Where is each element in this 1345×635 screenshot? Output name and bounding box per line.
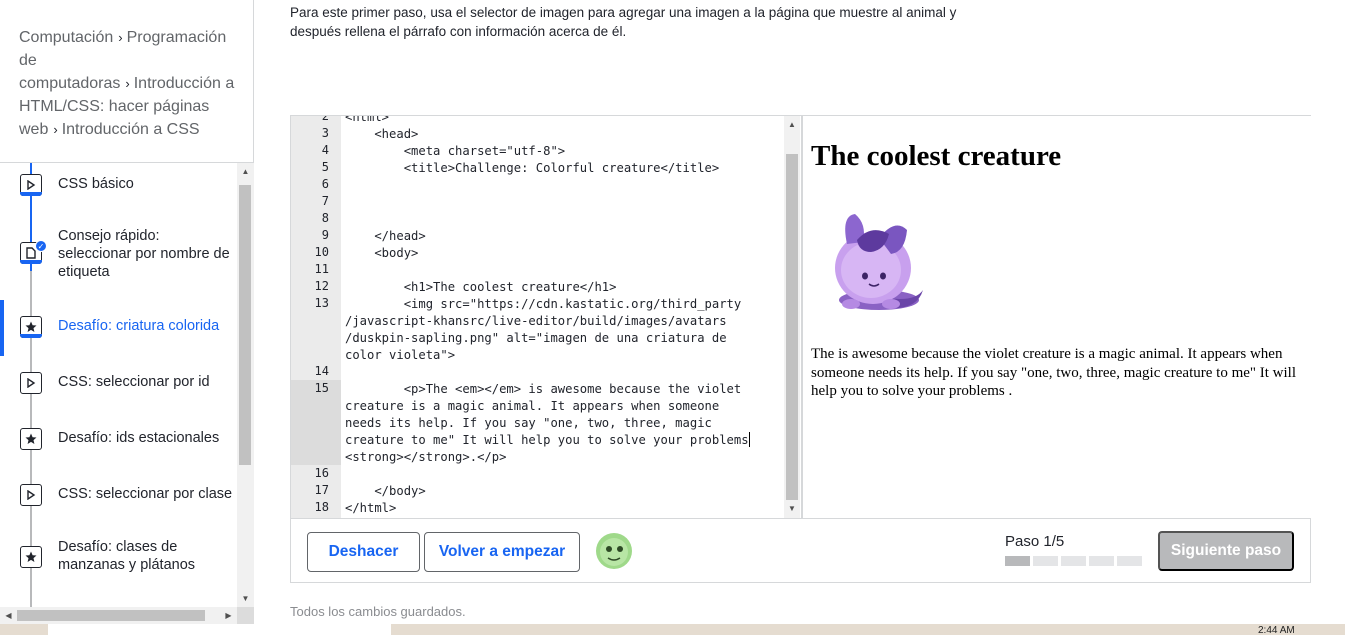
scroll-right-icon[interactable]: ▶ xyxy=(220,607,237,624)
undo-button[interactable]: Deshacer xyxy=(307,532,420,572)
step-indicator: Paso 1/5 xyxy=(1005,533,1065,550)
line-number: 7 xyxy=(321,194,329,208)
output-preview: The coolest creature The is awesome beca… xyxy=(801,116,1311,518)
preview-paragraph: The is awesome because the violet creatu… xyxy=(811,346,1297,399)
star-icon xyxy=(20,546,42,568)
sidebar: Computación › Programación de computadoras… xyxy=(0,0,254,635)
line-gutter: 2 3 4 5 6 7 8 9 10 11 12 13 14 15 16 17 … xyxy=(291,116,341,518)
page-root: { "breadcrumb": { "items": ["Computación… xyxy=(0,0,1345,635)
code-line: <head> xyxy=(345,127,419,141)
line-number: 9 xyxy=(321,228,329,242)
scroll-thumb[interactable] xyxy=(17,610,205,621)
challenge-workspace: 2 3 4 5 6 7 8 9 10 11 12 13 14 15 16 17 … xyxy=(290,115,1311,583)
preview-heading: The coolest creature xyxy=(811,140,1062,172)
line-number: 17 xyxy=(314,483,329,497)
code-line: </body> xyxy=(345,484,426,498)
progress-segment xyxy=(1117,556,1142,566)
sidebar-item-label: CSS: seleccionar por clase xyxy=(58,486,233,502)
code-line: needs its help. If you say "one, two, th… xyxy=(345,416,712,430)
line-number: 16 xyxy=(314,466,329,480)
breadcrumb-link-intro-css[interactable]: Introducción a CSS xyxy=(62,121,200,138)
code-line: <p>The <em></em> is awesome because the … xyxy=(345,382,742,396)
breadcrumb: Computación › Programación de computadoras… xyxy=(19,26,241,141)
code-editor[interactable]: 2 3 4 5 6 7 8 9 10 11 12 13 14 15 16 17 … xyxy=(291,116,801,518)
code-line: creature to me" It will help you to solv… xyxy=(345,432,751,449)
check-icon: ✓ xyxy=(35,240,47,252)
code-line: <strong></strong>.</p> xyxy=(345,450,507,464)
play-icon xyxy=(20,174,42,196)
sidebar-item-label: Desafío: ids estacionales xyxy=(58,430,220,446)
code-line: <meta charset="utf-8"> xyxy=(345,144,566,158)
line-number: 13 xyxy=(314,296,329,310)
line-number: 11 xyxy=(314,262,329,276)
scroll-thumb[interactable] xyxy=(239,185,251,465)
code-line: <body> xyxy=(345,246,419,260)
challenge-instructions: Para este primer paso, usa el selector d… xyxy=(290,5,957,39)
sidebar-horizontal-scrollbar[interactable]: ◀ ▶ xyxy=(0,607,237,624)
line-number: 6 xyxy=(321,177,329,191)
breadcrumb-link-computacion[interactable]: Computación xyxy=(19,29,113,46)
scroll-thumb[interactable] xyxy=(786,154,798,500)
scroll-up-icon[interactable]: ▲ xyxy=(784,118,800,132)
progress-segment xyxy=(1089,556,1114,566)
text-cursor xyxy=(748,432,751,447)
line-number: 18 xyxy=(314,500,329,514)
progress-segment xyxy=(1033,556,1058,566)
taskbar-clock: 2:44 AM xyxy=(1258,625,1295,635)
code-line: <html> xyxy=(345,116,390,124)
sidebar-item-label: Consejo rápido: seleccionar por nombre d… xyxy=(58,228,230,280)
code-line: /javascript-khansrc/live-editor/build/im… xyxy=(345,314,727,328)
scroll-up-icon[interactable]: ▲ xyxy=(237,163,254,180)
play-icon xyxy=(20,372,42,394)
code-text: creature to me" It will help you to solv… xyxy=(345,433,749,447)
code-line: creature is a magic animal. It appears w… xyxy=(345,399,720,413)
chevron-right-icon: › xyxy=(118,30,123,45)
star-icon xyxy=(20,316,42,338)
avatar xyxy=(594,531,634,571)
progress-segment xyxy=(1005,556,1030,566)
line-number: 12 xyxy=(314,279,329,293)
step-progress-bar xyxy=(1005,556,1143,566)
lesson-list: CSS básico ✓ Consejo rápido: seleccionar… xyxy=(0,163,236,607)
code-line: </html> xyxy=(345,501,397,515)
code-line: </head> xyxy=(345,229,426,243)
play-icon xyxy=(20,484,42,506)
line-number: 8 xyxy=(321,211,329,225)
line-number: 5 xyxy=(321,160,329,174)
sidebar-item-label: CSS: seleccionar por id xyxy=(58,374,210,390)
code-line: <img src="https://cdn.kastatic.org/third… xyxy=(345,297,742,311)
line-number: 14 xyxy=(314,364,329,378)
line-number: 2 xyxy=(321,116,329,123)
sidebar-item-label: Desafío: criatura colorida xyxy=(58,318,220,334)
code-line: color violeta"> xyxy=(345,348,456,362)
save-status: Todos los cambios guardados. xyxy=(290,604,466,619)
line-number: 3 xyxy=(321,126,329,140)
line-number: 10 xyxy=(314,245,329,259)
code-line: <title>Challenge: Colorful creature</tit… xyxy=(345,161,720,175)
sidebar-item-label: CSS básico xyxy=(58,176,134,192)
code-line: <h1>The coolest creature</h1> xyxy=(345,280,617,294)
chevron-right-icon: › xyxy=(125,76,130,91)
next-step-button[interactable]: Siguiente paso xyxy=(1158,531,1294,571)
chevron-right-icon: › xyxy=(53,122,58,137)
star-icon xyxy=(20,428,42,450)
progress-segment xyxy=(1061,556,1086,566)
active-indicator xyxy=(0,300,4,356)
taskbar-window[interactable] xyxy=(48,624,391,635)
os-taskbar: 2:44 AM xyxy=(0,624,1345,635)
creature-image xyxy=(827,212,927,317)
scroll-down-icon[interactable]: ▼ xyxy=(784,502,800,516)
sidebar-scrollbar[interactable]: ▲ ▼ xyxy=(237,163,254,607)
line-number: 4 xyxy=(321,143,329,157)
scroll-corner xyxy=(237,607,254,624)
sidebar-item-label: Desafío: clases de manzanas y plátanos xyxy=(58,539,196,573)
scroll-down-icon[interactable]: ▼ xyxy=(237,590,254,607)
editor-scrollbar[interactable]: ▲ ▼ xyxy=(784,116,800,518)
line-number: 15 xyxy=(314,381,329,395)
restart-button[interactable]: Volver a empezar xyxy=(424,532,580,572)
editor-toolbar: Deshacer Volver a empezar Paso 1/5 Sigui… xyxy=(291,518,1310,582)
code-line: /duskpin-sapling.png" alt="imagen de una… xyxy=(345,331,727,345)
scroll-left-icon[interactable]: ◀ xyxy=(0,607,17,624)
